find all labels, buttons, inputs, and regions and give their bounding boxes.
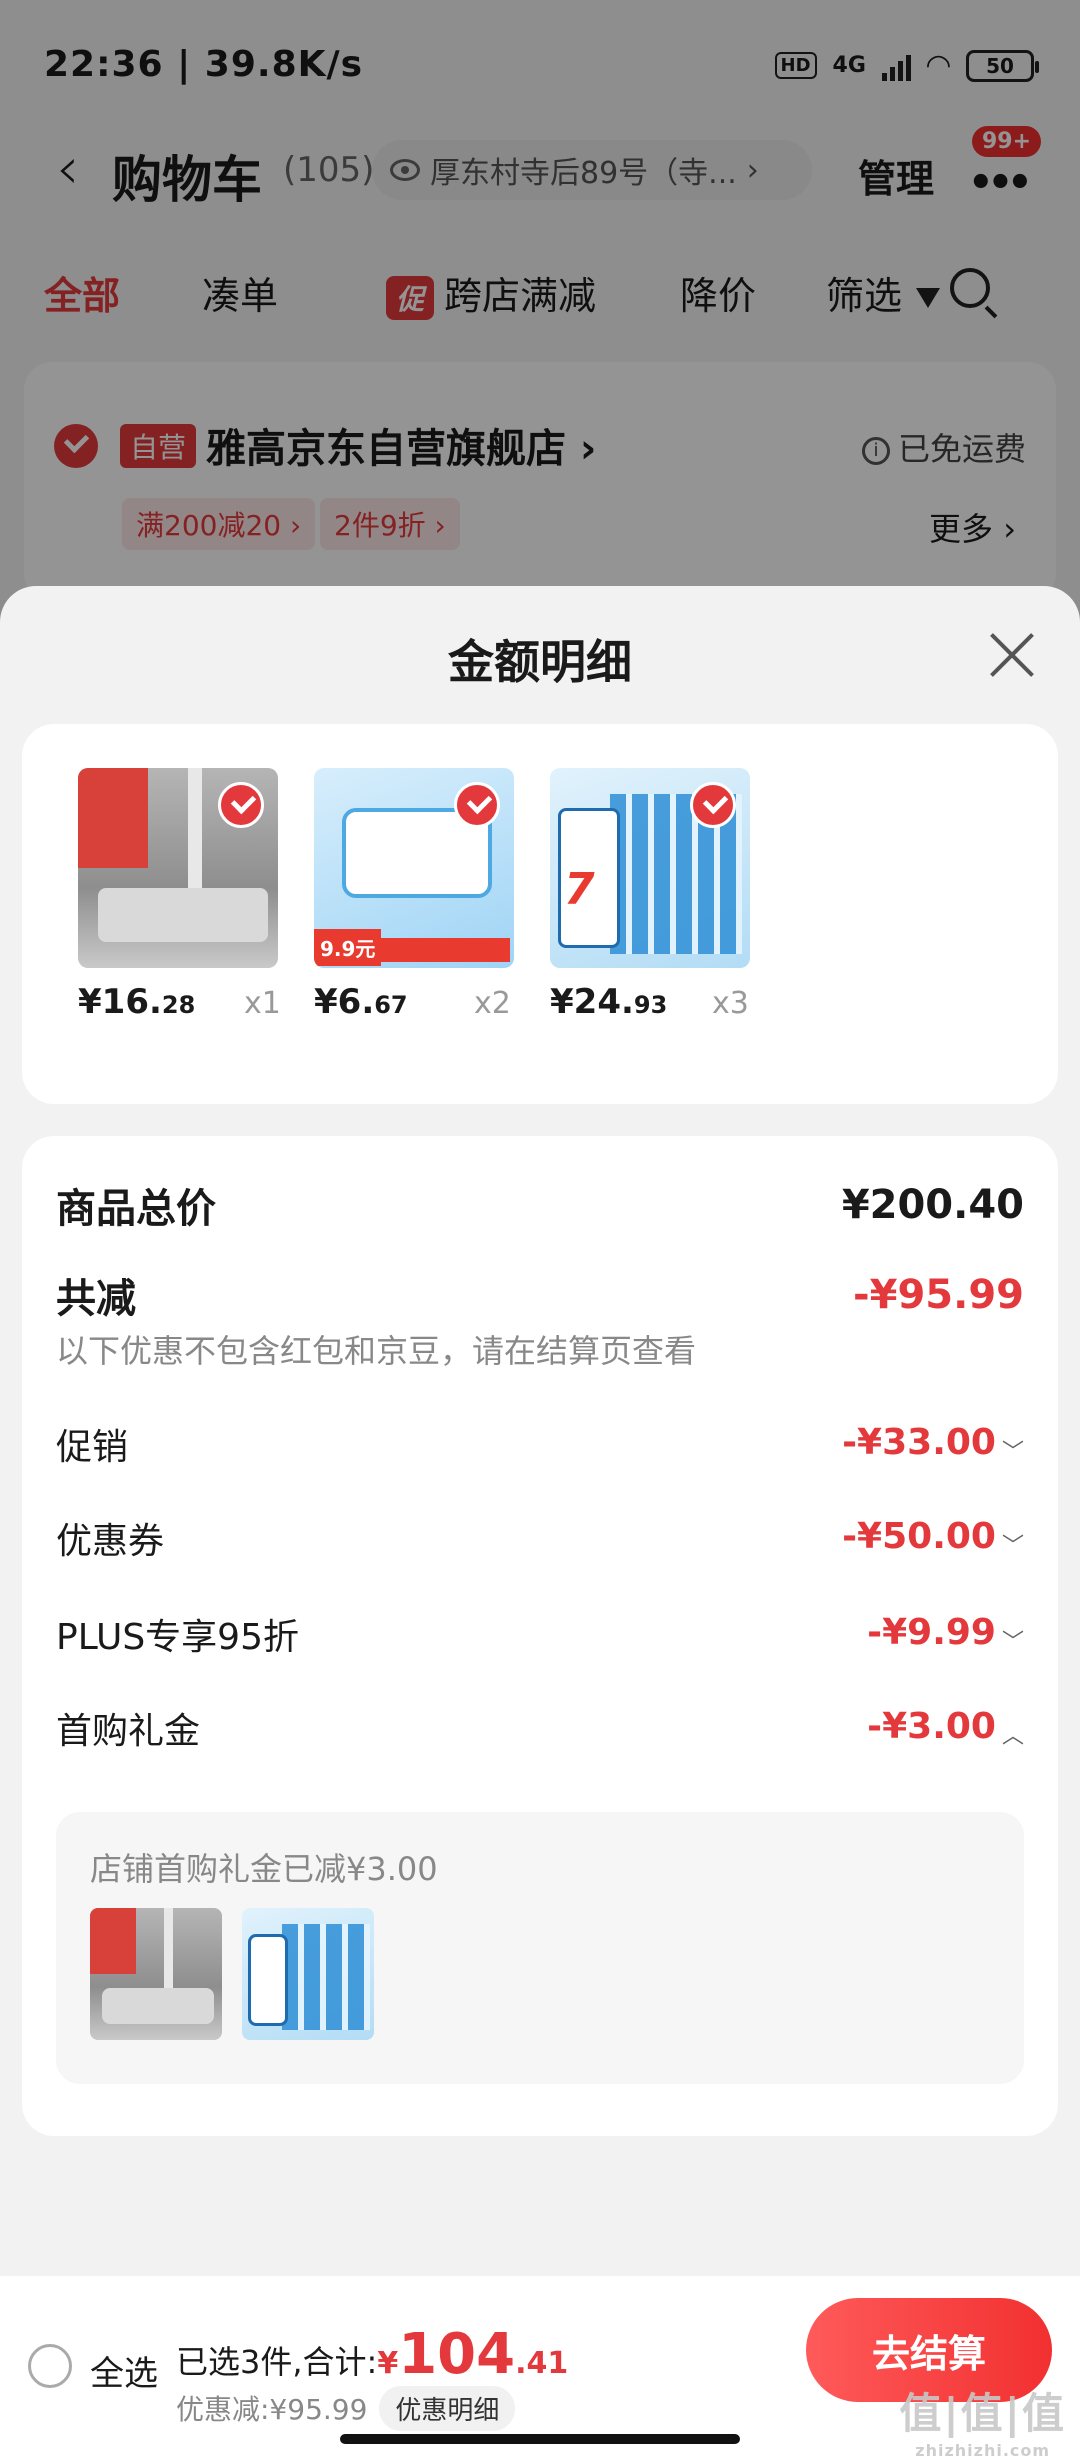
close-icon[interactable] — [988, 630, 1036, 678]
sheet-title: 金额明细 — [448, 635, 632, 689]
mop-product-image — [78, 768, 278, 968]
product-price: ¥6.67 — [314, 982, 408, 1022]
discount-value: -¥33.00 — [842, 1422, 996, 1464]
total-summary: 已选3件,合计:¥104.41 — [176, 2322, 568, 2387]
gift-note: 店铺首购礼金已减¥3.00 — [90, 1850, 438, 1888]
total-row: 商品总价 ¥200.40 — [56, 1176, 1024, 1234]
product-item[interactable] — [78, 768, 278, 968]
discount-label: 促销 — [56, 1427, 129, 1468]
total-integer: 104 — [398, 2322, 516, 2387]
mop-thumbnail — [90, 1908, 222, 2040]
discount-value: -¥9.99 — [867, 1612, 996, 1654]
gift-detail-box: 店铺首购礼金已减¥3.00 — [56, 1812, 1024, 2084]
product-price-tag: 9.9元 — [314, 929, 382, 966]
product-check-icon[interactable] — [690, 782, 736, 828]
product-check-icon[interactable] — [454, 782, 500, 828]
home-indicator[interactable] — [340, 2434, 740, 2444]
price-detail-card: 商品总价 ¥200.40 共减 -¥95.99 以下优惠不包含红包和京豆，请在结… — [22, 1136, 1058, 2136]
discount-label: PLUS专享95折 — [56, 1617, 299, 1658]
discount-label: 首购礼金 — [56, 1711, 201, 1752]
total-currency: ¥ — [377, 2346, 399, 2381]
chevron-up-icon: ︿ — [1001, 1723, 1024, 1749]
discount-text: 优惠减:¥95.99 — [176, 2393, 368, 2426]
watermark-logo: 值|值|值 zhizhizhi.com — [899, 2380, 1066, 2460]
product-qty: x1 — [244, 986, 281, 1021]
product-check-icon[interactable] — [218, 782, 264, 828]
reduce-value: -¥95.99 — [853, 1272, 1024, 1318]
discount-row[interactable]: 促销 -¥33.00 ﹀ — [56, 1418, 1024, 1470]
products-card: 9.9元 7 ¥16.28 x1 ¥6.67 x2 ¥24.93 x3 — [22, 724, 1058, 1104]
product-label-graphic — [78, 768, 148, 868]
tissue-product-image: 7 — [550, 768, 750, 968]
discount-value: -¥50.00 — [842, 1516, 996, 1558]
watermark-text: 值|值|值 — [899, 2389, 1066, 2438]
reduce-label: 共减 — [56, 1276, 136, 1322]
wipes-product-image: 9.9元 — [314, 768, 514, 968]
discount-label: 优惠券 — [56, 1521, 165, 1562]
chevron-down-icon: ﹀ — [1001, 1439, 1024, 1465]
tissue-thumbnail — [242, 1908, 374, 2040]
product-price: ¥16.28 — [78, 982, 196, 1022]
discount-summary: 优惠减:¥95.99 优惠明细 — [176, 2386, 516, 2431]
product-price: ¥24.93 — [550, 982, 668, 1022]
product-item[interactable]: 9.9元 — [314, 768, 514, 968]
discount-detail-button[interactable]: 优惠明细 — [379, 2386, 516, 2431]
reduce-row: 共减 -¥95.99 — [56, 1266, 1024, 1324]
select-all-label[interactable]: 全选 — [90, 2346, 158, 2395]
product-qty: x2 — [474, 986, 511, 1021]
select-all-checkbox[interactable] — [28, 2344, 72, 2388]
discount-note: 以下优惠不包含红包和京豆，请在结算页查看 — [56, 1332, 697, 1370]
total-value: ¥200.40 — [841, 1182, 1024, 1228]
amount-detail-sheet: 金额明细 9.9元 7 ¥16.28 x1 ¥6.67 x2 ¥24.93 x3… — [0, 586, 1080, 2276]
discount-row[interactable]: PLUS专享95折 -¥9.99 ﹀ — [56, 1608, 1024, 1660]
discount-value: -¥3.00 — [867, 1706, 996, 1748]
total-label: 商品总价 — [56, 1186, 216, 1232]
product-qty: x3 — [712, 986, 749, 1021]
summary-prefix: 已选3件,合计: — [176, 2343, 378, 2381]
tissue-graphic: 7 — [564, 864, 595, 915]
product-item[interactable]: 7 — [550, 768, 750, 968]
chevron-down-icon: ﹀ — [1001, 1533, 1024, 1559]
discount-row[interactable]: 优惠券 -¥50.00 ﹀ — [56, 1512, 1024, 1564]
total-decimal: .41 — [515, 2346, 569, 2381]
watermark-sub: zhizhizhi.com — [915, 2441, 1051, 2460]
chevron-down-icon: ﹀ — [1001, 1629, 1024, 1655]
discount-row[interactable]: 首购礼金 -¥3.00 ︿ — [56, 1702, 1024, 1754]
